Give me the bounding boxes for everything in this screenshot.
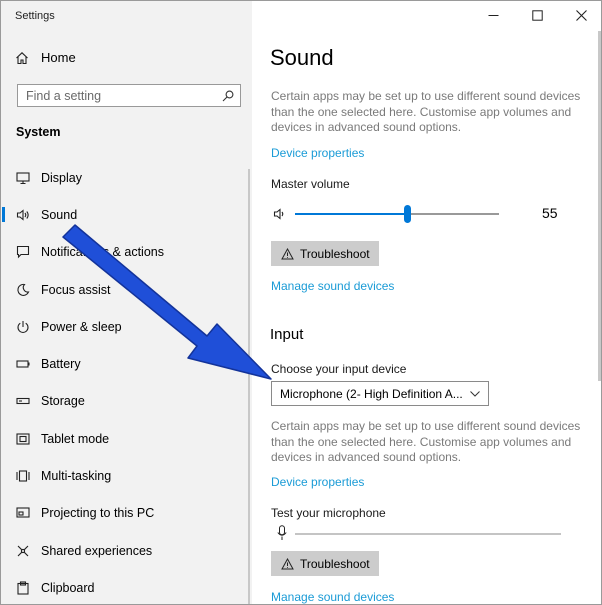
slider-fill [295,213,408,215]
input-device-dropdown[interactable]: Microphone (2- High Definition A... [271,381,489,406]
slider-thumb[interactable] [403,205,411,223]
volume-value: 55 [542,205,558,221]
input-manage-devices-link[interactable]: Manage sound devices [271,590,394,604]
sidebar-item-sound[interactable]: Sound [1,196,252,233]
sidebar-item-label: Tablet mode [41,431,110,446]
battery-icon [16,360,30,368]
speaker-icon [16,209,29,221]
page-title: Sound [270,45,334,70]
input-troubleshoot-button[interactable]: Troubleshoot [271,551,379,576]
maximize-button[interactable] [515,1,559,29]
home-label: Home [41,50,76,65]
sidebar-item-label: Notifications & actions [41,245,164,260]
test-microphone-label: Test your microphone [271,506,386,520]
sidebar-item-display[interactable]: Display [1,159,252,196]
sidebar-nav: Display Sound Notifications & actions Fo… [1,159,252,604]
sidebar-item-label: Projecting to this PC [41,506,155,521]
sidebar-item-label: Display [41,170,82,185]
clipboard-icon [17,581,29,595]
power-icon [17,320,29,333]
sidebar-item-label: Battery [41,357,81,372]
button-label: Troubleshoot [300,246,370,261]
sidebar-scrollbar[interactable] [248,169,250,604]
sidebar-item-label: Clipboard [41,580,95,595]
sidebar-item-projecting[interactable]: Projecting to this PC [1,495,252,532]
sidebar-item-multi-tasking[interactable]: Multi-tasking [1,457,252,494]
dropdown-value: Microphone (2- High Definition A... [280,386,463,401]
close-icon [575,9,587,21]
master-volume-row: 55 [273,204,573,224]
sidebar-item-label: Shared experiences [41,543,153,558]
warning-icon [281,557,294,569]
output-description: Certain apps may be set up to use differ… [271,89,581,134]
window-controls [471,1,601,29]
sidebar-item-power-sleep[interactable]: Power & sleep [1,308,252,345]
output-troubleshoot-button[interactable]: Troubleshoot [271,241,379,266]
search-icon[interactable] [222,90,234,102]
search-box[interactable] [17,84,241,107]
input-section-title: Input [270,326,304,343]
sidebar-item-shared-experiences[interactable]: Shared experiences [1,532,252,569]
master-volume-label: Master volume [271,177,350,191]
speaker-icon[interactable] [273,207,287,221]
master-volume-slider[interactable] [295,205,499,223]
input-device-properties-link[interactable]: Device properties [271,475,364,489]
minimize-button[interactable] [471,1,515,29]
close-button[interactable] [559,1,601,29]
window-title: Settings [15,10,55,22]
sidebar-item-label: Storage [41,394,85,409]
multitask-icon [16,470,30,482]
content-pane: Sound Certain apps may be set up to use … [252,1,601,604]
input-description: Certain apps may be set up to use differ… [271,419,581,464]
project-icon [16,507,30,518]
sidebar-item-label: Power & sleep [41,319,122,334]
home-nav-item[interactable]: Home [15,50,76,65]
message-icon [16,246,30,259]
warning-icon [281,247,294,259]
tablet-icon [16,433,30,445]
sidebar-item-storage[interactable]: Storage [1,383,252,420]
home-icon [16,51,28,64]
sidebar-item-label: Sound [41,207,78,222]
search-input[interactable] [26,88,222,103]
sidebar-item-clipboard[interactable]: Clipboard [1,569,252,604]
sidebar-item-notifications[interactable]: Notifications & actions [1,234,252,271]
settings-window: Settings Home System Display Sound [0,0,602,605]
output-device-properties-link[interactable]: Device properties [271,146,364,160]
microphone-level-row [273,524,563,544]
microphone-icon [277,525,287,540]
storage-icon [16,398,30,405]
minimize-icon [488,14,498,16]
maximize-icon [531,9,543,21]
chevron-down-icon [470,390,480,397]
sidebar: Settings Home System Display Sound [1,1,252,604]
sidebar-item-label: Multi-tasking [41,469,112,484]
button-label: Troubleshoot [300,556,370,571]
sidebar-item-tablet-mode[interactable]: Tablet mode [1,420,252,457]
sidebar-item-focus-assist[interactable]: Focus assist [1,271,252,308]
sidebar-item-battery[interactable]: Battery [1,345,252,382]
moon-icon [17,283,30,296]
shared-icon [17,545,29,556]
sidebar-item-label: Focus assist [41,282,111,297]
choose-input-label: Choose your input device [271,362,407,376]
output-manage-devices-link[interactable]: Manage sound devices [271,279,394,293]
section-heading: System [16,125,61,139]
content-scrollbar[interactable] [598,31,601,381]
microphone-level-meter [295,533,561,535]
monitor-icon [16,172,30,184]
